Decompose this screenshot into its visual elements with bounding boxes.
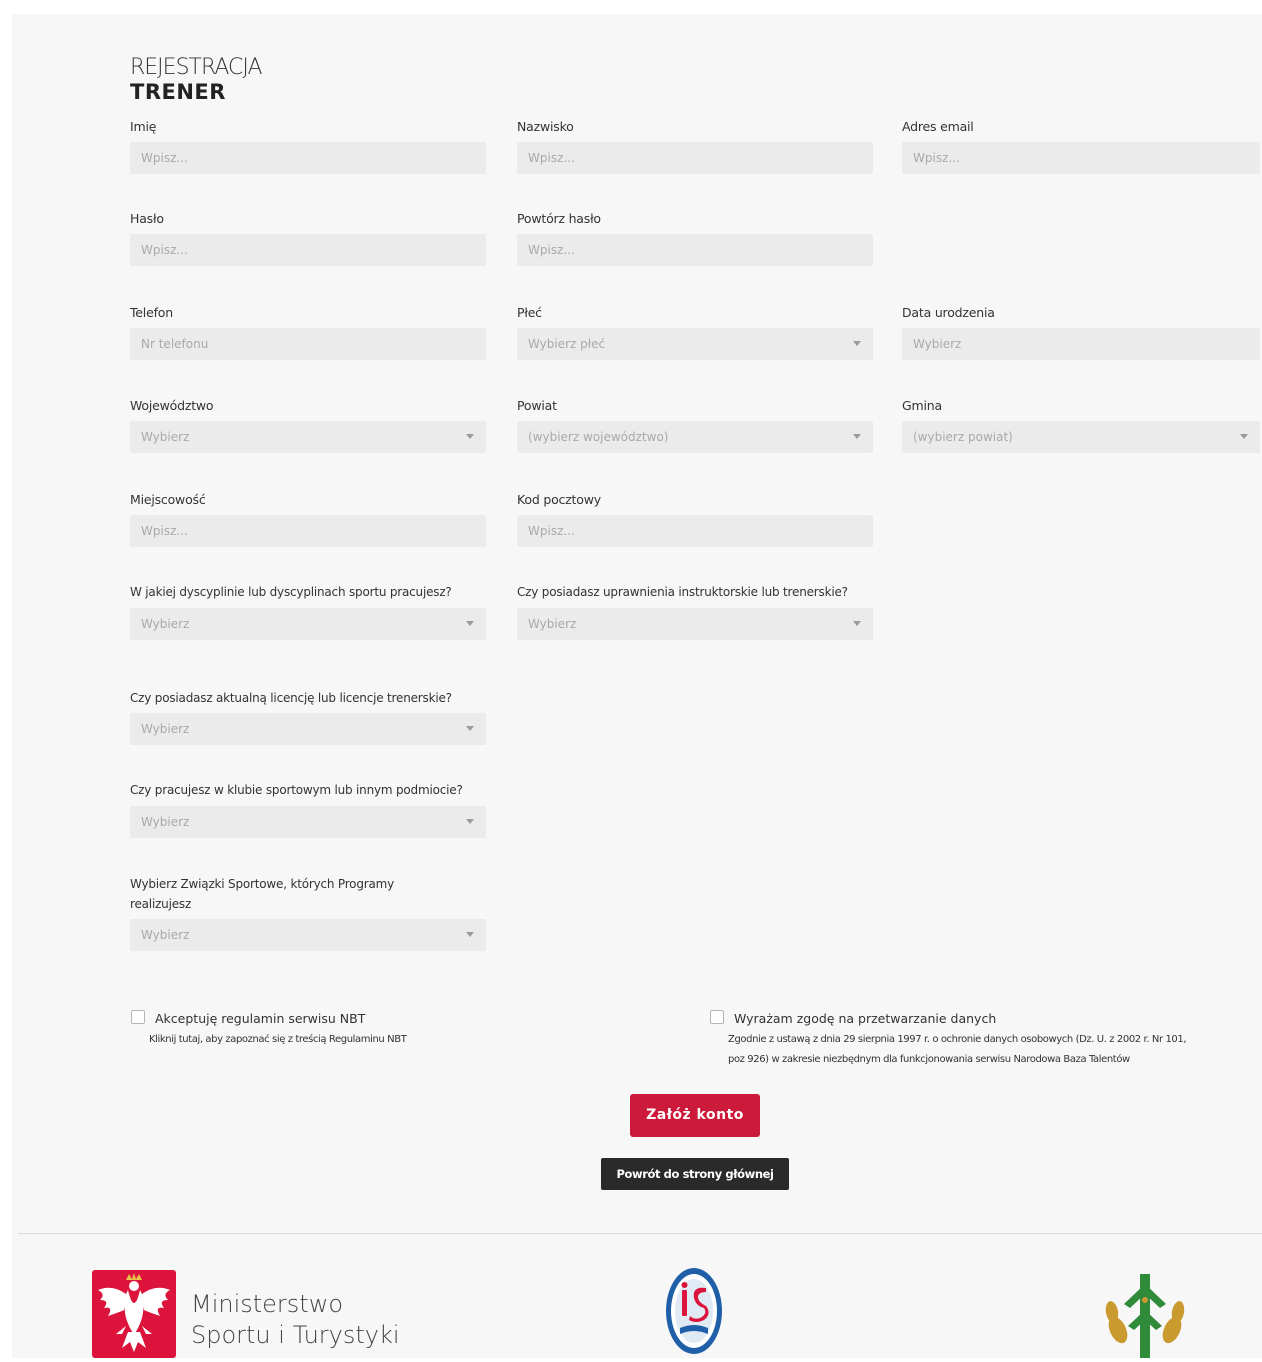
chevron-down-icon bbox=[466, 819, 474, 824]
unions-label: Wybierz Związki Sportowe, których Progra… bbox=[130, 877, 395, 911]
email-label: Adres email bbox=[902, 119, 974, 134]
first-name-input[interactable]: Wpisz... bbox=[130, 142, 486, 174]
password-repeat-label: Powtórz hasło bbox=[517, 211, 601, 226]
password-repeat-input[interactable]: Wpisz... bbox=[517, 234, 873, 266]
commune-select[interactable]: (wybierz powiat) bbox=[902, 421, 1260, 453]
qualifications-label: Czy posiadasz uprawnienia instruktorskie… bbox=[517, 585, 848, 599]
county-select[interactable]: (wybierz województwo) bbox=[517, 421, 873, 453]
data-consent-text-line1: Zgodnie z ustawą z dnia 29 sierpnia 1997… bbox=[728, 1034, 1187, 1045]
discipline-select-value: Wybierz bbox=[141, 617, 190, 631]
license-select-value: Wybierz bbox=[141, 722, 190, 736]
page-title: REJESTRACJA bbox=[130, 55, 263, 80]
city-label: Miejscowość bbox=[130, 492, 206, 507]
club-select-value: Wybierz bbox=[141, 815, 190, 829]
club-label: Czy pracujesz w klubie sportowym lub inn… bbox=[130, 783, 463, 797]
unions-select[interactable]: Wybierz bbox=[130, 919, 486, 951]
data-consent-checkbox[interactable] bbox=[710, 1010, 724, 1024]
password-repeat-placeholder: Wpisz... bbox=[528, 243, 575, 257]
unions-select-value: Wybierz bbox=[141, 928, 190, 942]
city-placeholder: Wpisz... bbox=[141, 524, 188, 538]
postal-code-input[interactable]: Wpisz... bbox=[517, 515, 873, 547]
password-label: Hasło bbox=[130, 211, 164, 226]
chevron-down-icon bbox=[1240, 434, 1248, 439]
institute-sport-logo bbox=[662, 1264, 726, 1358]
email-placeholder: Wpisz... bbox=[913, 151, 960, 165]
county-label: Powiat bbox=[517, 398, 557, 413]
birth-date-input[interactable]: Wybierz bbox=[902, 328, 1260, 360]
license-select[interactable]: Wybierz bbox=[130, 713, 486, 745]
birth-date-label: Data urodzenia bbox=[902, 305, 995, 320]
voivodeship-select[interactable]: Wybierz bbox=[130, 421, 486, 453]
license-label: Czy posiadasz aktualną licencję lub lice… bbox=[130, 691, 452, 705]
county-select-value: (wybierz województwo) bbox=[528, 430, 669, 444]
postal-code-label: Kod pocztowy bbox=[517, 492, 601, 507]
gender-label: Płeć bbox=[517, 305, 542, 320]
ministry-name-line2: Sportu i Turystyki bbox=[191, 1321, 400, 1349]
last-name-placeholder: Wpisz... bbox=[528, 151, 575, 165]
data-consent-label: Wyrażam zgodę na przetwarzanie danych bbox=[734, 1011, 997, 1026]
voivodeship-label: Województwo bbox=[130, 398, 214, 413]
data-consent-text-line2: poz 926) w zakresie niezbędnym dla funkc… bbox=[728, 1054, 1130, 1065]
chevron-down-icon bbox=[853, 341, 861, 346]
voivodeship-select-value: Wybierz bbox=[141, 430, 190, 444]
qualifications-select[interactable]: Wybierz bbox=[517, 608, 873, 640]
phone-label: Telefon bbox=[130, 305, 173, 320]
city-input[interactable]: Wpisz... bbox=[130, 515, 486, 547]
postal-code-placeholder: Wpisz... bbox=[528, 524, 575, 538]
chevron-down-icon bbox=[466, 726, 474, 731]
terms-link[interactable]: Kliknij tutaj, aby zapoznać się z treści… bbox=[149, 1030, 407, 1050]
gender-select[interactable]: Wybierz płeć bbox=[517, 328, 873, 360]
back-home-button[interactable]: Powrót do strony głównej bbox=[601, 1158, 789, 1190]
discipline-select[interactable]: Wybierz bbox=[130, 608, 486, 640]
registration-page: REJESTRACJA TRENER Imię Wpisz... Nazwisk… bbox=[12, 14, 1262, 1358]
last-name-input[interactable]: Wpisz... bbox=[517, 142, 873, 174]
chevron-down-icon bbox=[853, 434, 861, 439]
ministry-eagle-logo bbox=[92, 1270, 176, 1358]
terms-label: Akceptuję regulamin serwisu NBT bbox=[155, 1011, 366, 1026]
gender-select-value: Wybierz płeć bbox=[528, 337, 606, 351]
chevron-down-icon bbox=[466, 932, 474, 937]
email-input[interactable]: Wpisz... bbox=[902, 142, 1260, 174]
first-name-placeholder: Wpisz... bbox=[141, 151, 188, 165]
qualifications-select-value: Wybierz bbox=[528, 617, 577, 631]
chevron-down-icon bbox=[466, 621, 474, 626]
page-subtitle: TRENER bbox=[130, 80, 226, 104]
birth-date-placeholder: Wybierz bbox=[913, 337, 962, 351]
first-name-label: Imię bbox=[130, 119, 157, 134]
terms-checkbox[interactable] bbox=[131, 1010, 145, 1024]
last-name-label: Nazwisko bbox=[517, 119, 574, 134]
phone-input[interactable]: Nr telefonu bbox=[130, 328, 486, 360]
club-select[interactable]: Wybierz bbox=[130, 806, 486, 838]
chevron-down-icon bbox=[853, 621, 861, 626]
commune-label: Gmina bbox=[902, 398, 942, 413]
chevron-down-icon bbox=[466, 434, 474, 439]
polish-olympic-emblem-logo bbox=[1100, 1270, 1190, 1358]
create-account-button[interactable]: Załóż konto bbox=[630, 1094, 760, 1137]
password-input[interactable]: Wpisz... bbox=[130, 234, 486, 266]
discipline-label: W jakiej dyscyplinie lub dyscyplinach sp… bbox=[130, 585, 452, 599]
footer-divider bbox=[18, 1233, 1262, 1234]
ministry-name-line1: Ministerstwo bbox=[191, 1290, 344, 1318]
commune-select-value: (wybierz powiat) bbox=[913, 430, 1013, 444]
phone-placeholder: Nr telefonu bbox=[141, 337, 209, 351]
password-placeholder: Wpisz... bbox=[141, 243, 188, 257]
